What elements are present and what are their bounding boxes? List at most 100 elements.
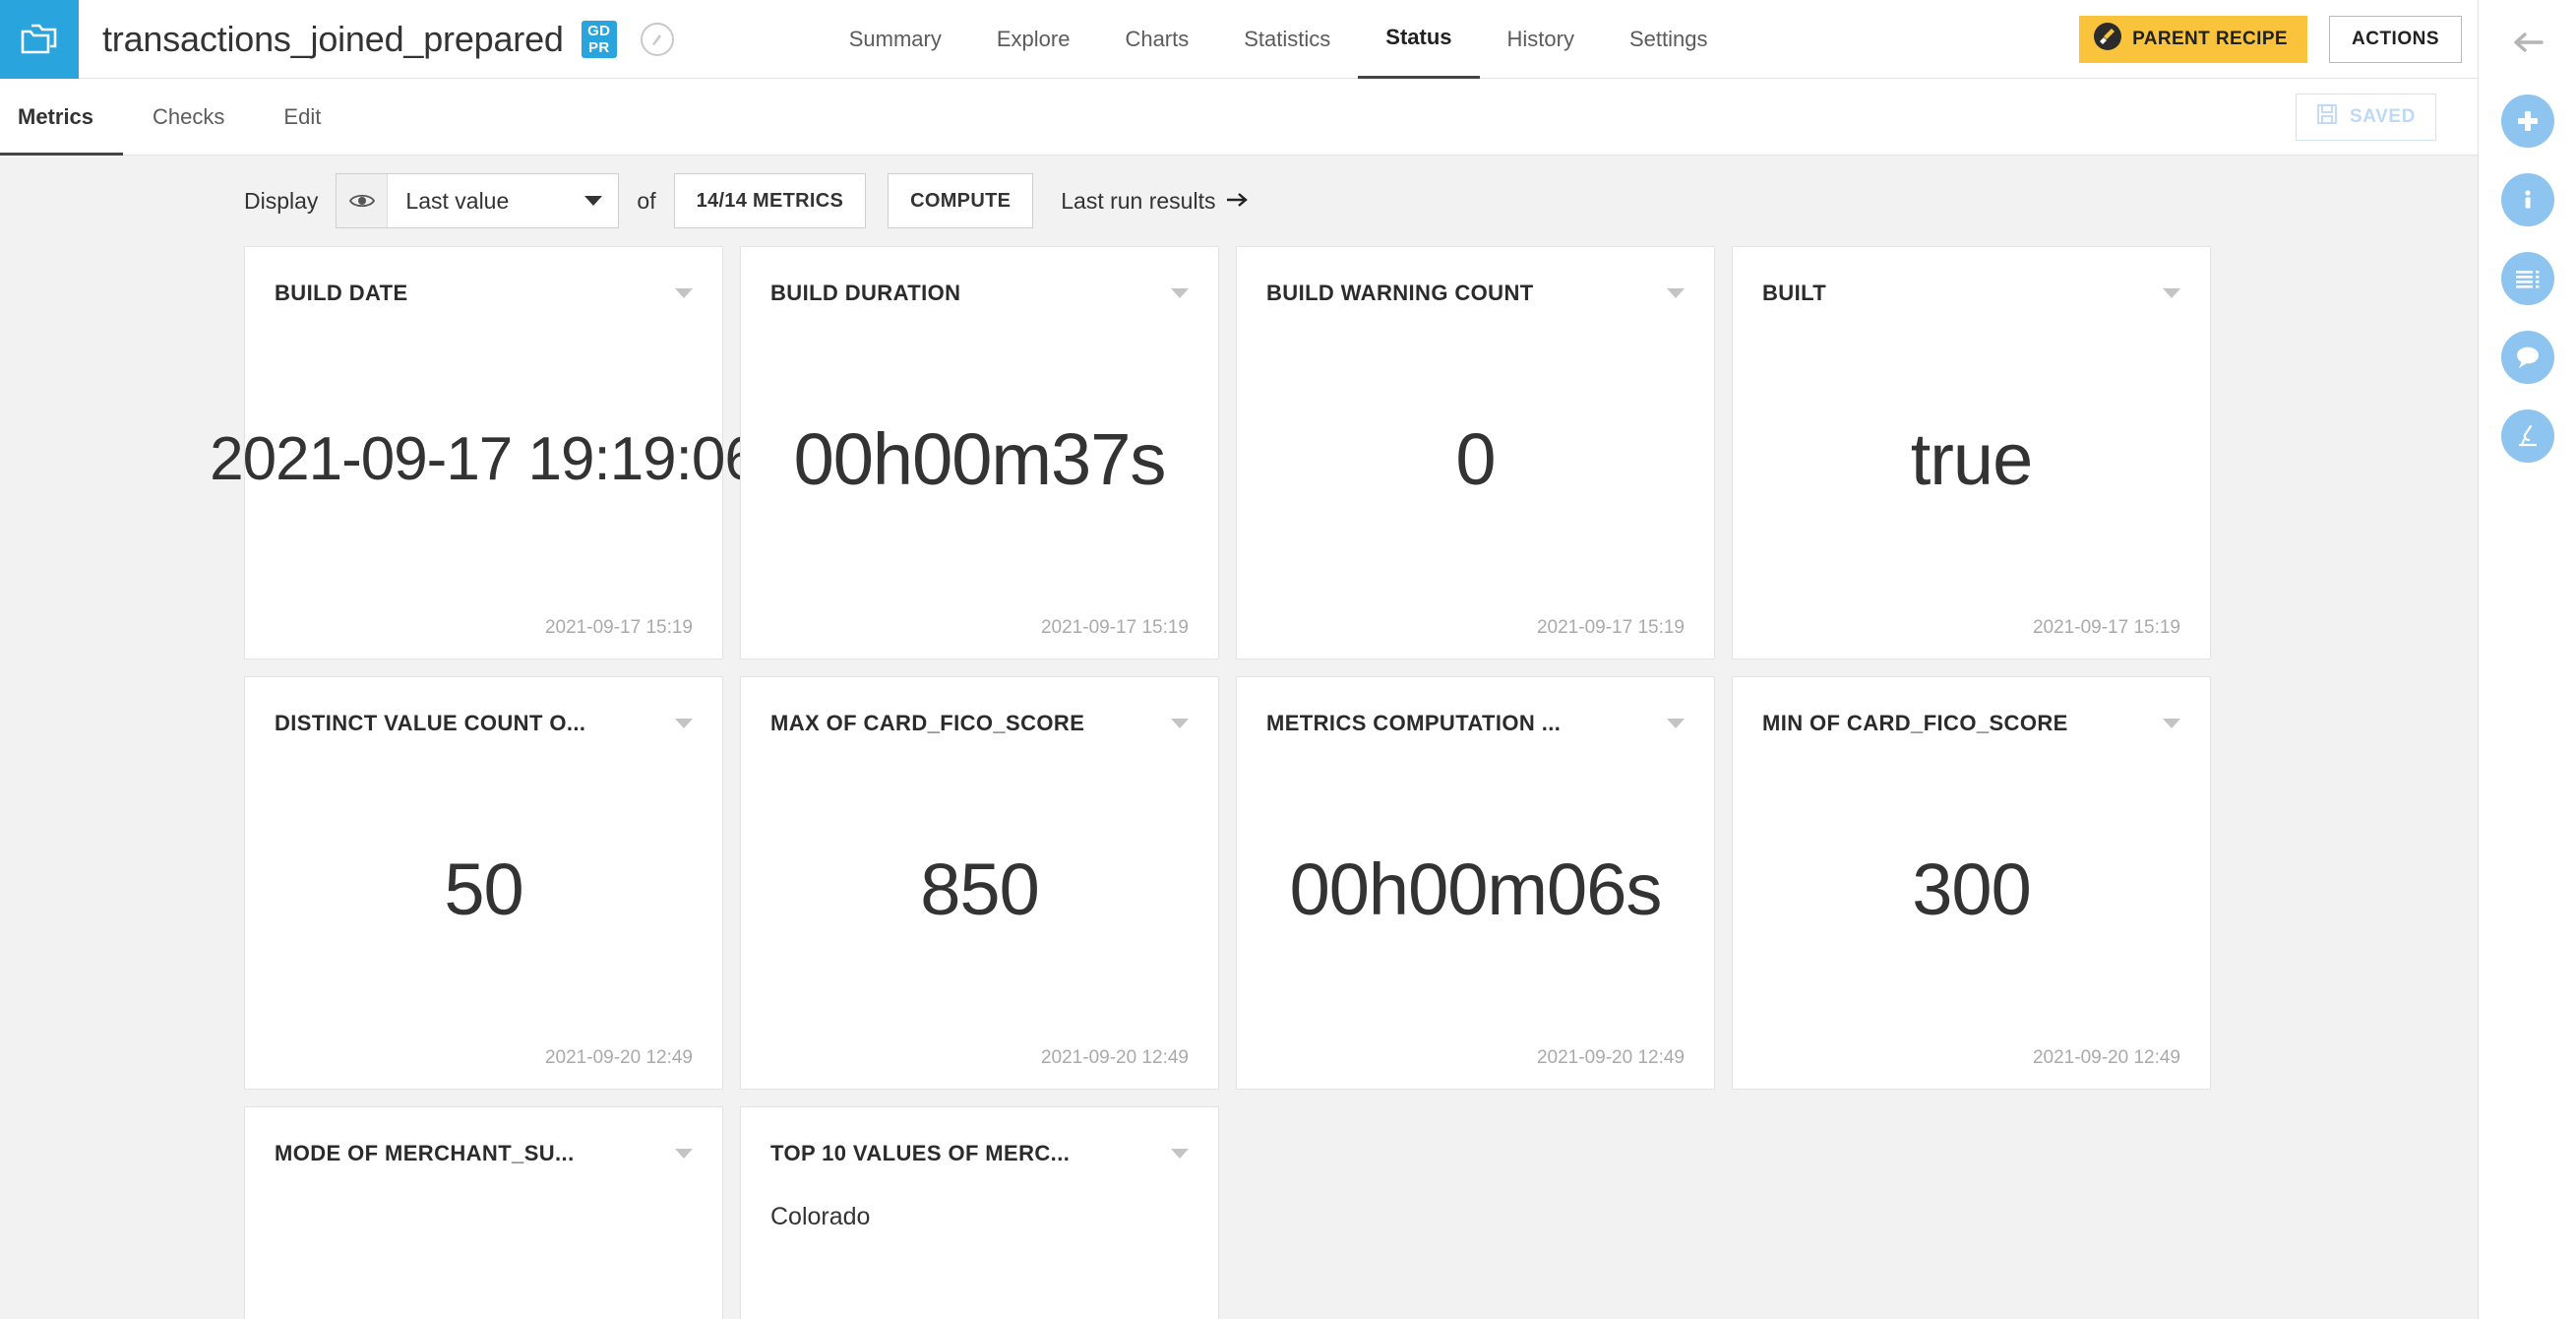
metric-card-title: DISTINCT VALUE COUNT O... (275, 711, 586, 735)
chevron-down-icon[interactable] (1667, 711, 1685, 734)
metric-card-value: 50 (444, 848, 523, 930)
metric-card-header: BUILD DURATION (770, 281, 1189, 306)
broom-recipe-icon (2093, 22, 2122, 57)
chevron-down-icon[interactable] (675, 1141, 693, 1164)
details-list-icon[interactable] (2500, 252, 2554, 305)
metric-card-value: true (1910, 417, 2034, 500)
metric-card[interactable]: BUILT true 2021-09-17 15:19 (1732, 246, 2211, 660)
chevron-down-icon[interactable] (1171, 281, 1189, 304)
metric-card-header: DISTINCT VALUE COUNT O... (275, 711, 693, 736)
metric-card-timestamp: 2021-09-20 12:49 (544, 1047, 693, 1068)
metric-card[interactable]: MODE OF MERCHANT_SU... (244, 1106, 723, 1319)
metric-card-header: MIN OF CARD_FICO_SCORE (1762, 711, 2180, 736)
nav-tab-explore[interactable]: Explore (969, 0, 1098, 79)
arrow-left-icon[interactable] (2501, 16, 2554, 69)
chevron-down-icon[interactable] (2163, 711, 2180, 734)
chevron-down-icon (584, 174, 618, 227)
sub-nav: Metrics Checks Edit SAVED (0, 79, 2478, 156)
metric-card[interactable]: DISTINCT VALUE COUNT O... 50 2021-09-20 … (244, 676, 723, 1090)
metric-card[interactable]: BUILD WARNING COUNT 0 2021-09-17 15:19 (1236, 246, 1715, 660)
metric-card-timestamp: 2021-09-20 12:49 (2032, 1047, 2180, 1068)
chevron-down-icon[interactable] (1171, 1141, 1189, 1164)
header-actions: PARENT RECIPE ACTIONS (2079, 0, 2478, 79)
parent-recipe-label: PARENT RECIPE (2132, 28, 2288, 49)
metrics-control-bar: Display Last value of 14/14 METRICS COMP… (0, 156, 2478, 419)
metric-card-header: BUILD WARNING COUNT (1266, 281, 1685, 306)
main-nav-tabs: Summary Explore Charts Statistics Status… (822, 0, 1736, 79)
display-mode-select[interactable]: Last value (336, 173, 620, 228)
top-header: transactions_joined_prepared GD PR Summa… (0, 0, 2478, 79)
lab-microscope-icon[interactable] (2500, 409, 2554, 463)
gdpr-badge-line1: GD (587, 22, 611, 39)
dataset-folder-icon[interactable] (0, 0, 79, 79)
prepare-recipe-circle-icon[interactable] (640, 22, 674, 56)
metric-card-title: TOP 10 VALUES OF MERC... (770, 1141, 1071, 1165)
metric-card-header: MODE OF MERCHANT_SU... (275, 1141, 693, 1166)
metric-card-value: 850 (920, 848, 1039, 930)
floppy-disk-icon (2316, 103, 2338, 131)
metric-card-value: 00h00m06s (1289, 848, 1663, 930)
metric-card-title: MAX OF CARD_FICO_SCORE (770, 711, 1085, 735)
actions-button[interactable]: ACTIONS (2329, 15, 2462, 63)
saved-button[interactable]: SAVED (2295, 93, 2436, 141)
metric-card[interactable]: BUILD DATE 2021-09-17 19:19:06 2021-09-1… (210, 246, 759, 660)
metric-card-timestamp: 2021-09-17 15:19 (1040, 617, 1189, 638)
metric-card-title: BUILD WARNING COUNT (1266, 281, 1534, 305)
metric-card-header: METRICS COMPUTATION ... (1266, 711, 1685, 736)
nav-tab-history[interactable]: History (1480, 0, 1602, 79)
metric-card-title: MIN OF CARD_FICO_SCORE (1762, 711, 2068, 735)
nav-tab-statistics[interactable]: Statistics (1216, 0, 1358, 79)
chevron-down-icon[interactable] (675, 711, 693, 734)
metric-card-header: MAX OF CARD_FICO_SCORE (770, 711, 1189, 736)
metric-card-title: MODE OF MERCHANT_SU... (275, 1141, 575, 1165)
metric-card-title: BUILT (1762, 281, 1827, 305)
metric-card-header: TOP 10 VALUES OF MERC... (770, 1141, 1189, 1166)
metric-card-timestamp: 2021-09-17 15:19 (2032, 617, 2180, 638)
metric-card[interactable]: BUILD DURATION 00h00m37s 2021-09-17 15:1… (740, 246, 1219, 660)
subtab-edit[interactable]: Edit (254, 79, 350, 156)
subtab-checks[interactable]: Checks (123, 79, 254, 156)
chevron-down-icon[interactable] (675, 281, 693, 304)
metric-card[interactable]: MAX OF CARD_FICO_SCORE 850 2021-09-20 12… (740, 676, 1219, 1090)
metric-card-timestamp: 2021-09-20 12:49 (1040, 1047, 1189, 1068)
saved-label: SAVED (2349, 105, 2416, 127)
subtab-metrics[interactable]: Metrics (0, 79, 123, 156)
metric-card-header: BUILT (1762, 281, 2180, 306)
chevron-down-icon[interactable] (2163, 281, 2180, 304)
parent-recipe-button[interactable]: PARENT RECIPE (2079, 15, 2307, 63)
metrics-grid-area: BUILD DATE 2021-09-17 19:19:06 2021-09-1… (0, 246, 2478, 1319)
metric-card-title: METRICS COMPUTATION ... (1266, 711, 1562, 735)
info-icon[interactable] (2500, 173, 2554, 226)
chat-bubble-icon[interactable] (2500, 331, 2554, 384)
metric-card[interactable]: MIN OF CARD_FICO_SCORE 300 2021-09-20 12… (1732, 676, 2211, 1090)
metric-card-value: 300 (1912, 848, 2031, 930)
metric-card-timestamp: 2021-09-17 15:19 (544, 617, 693, 638)
metric-card-value: 2021-09-17 19:19:06 (210, 424, 759, 493)
metrics-count-button[interactable]: 14/14 METRICS (673, 173, 867, 228)
nav-tab-charts[interactable]: Charts (1097, 0, 1216, 79)
metric-card-timestamp: 2021-09-17 15:19 (1536, 617, 1685, 638)
arrow-right-icon (1225, 188, 1249, 215)
main-column: transactions_joined_prepared GD PR Summa… (0, 0, 2478, 1319)
metric-card-timestamp: 2021-09-20 12:49 (1536, 1047, 1685, 1068)
metric-card-title: BUILD DATE (275, 281, 408, 305)
of-label: of (637, 187, 656, 214)
metric-card-value: Colorado (770, 1203, 871, 1230)
compute-button[interactable]: COMPUTE (888, 173, 1034, 228)
gdpr-badge: GD PR (581, 20, 617, 58)
nav-tab-summary[interactable]: Summary (822, 0, 969, 79)
chevron-down-icon[interactable] (1171, 711, 1189, 734)
gdpr-badge-line2: PR (588, 38, 610, 56)
nav-tab-status[interactable]: Status (1358, 0, 1480, 79)
last-run-results-label: Last run results (1061, 187, 1216, 214)
app-root: transactions_joined_prepared GD PR Summa… (0, 0, 2576, 1319)
display-label: Display (244, 187, 319, 214)
eye-icon (337, 174, 389, 227)
chevron-down-icon[interactable] (1667, 281, 1685, 304)
metric-card[interactable]: TOP 10 VALUES OF MERC... Colorado (740, 1106, 1219, 1319)
page-title: transactions_joined_prepared (102, 18, 564, 59)
metric-card[interactable]: METRICS COMPUTATION ... 00h00m06s 2021-0… (1236, 676, 1715, 1090)
nav-tab-settings[interactable]: Settings (1602, 0, 1736, 79)
plus-icon[interactable] (2500, 94, 2554, 148)
last-run-results-link[interactable]: Last run results (1061, 188, 1249, 215)
